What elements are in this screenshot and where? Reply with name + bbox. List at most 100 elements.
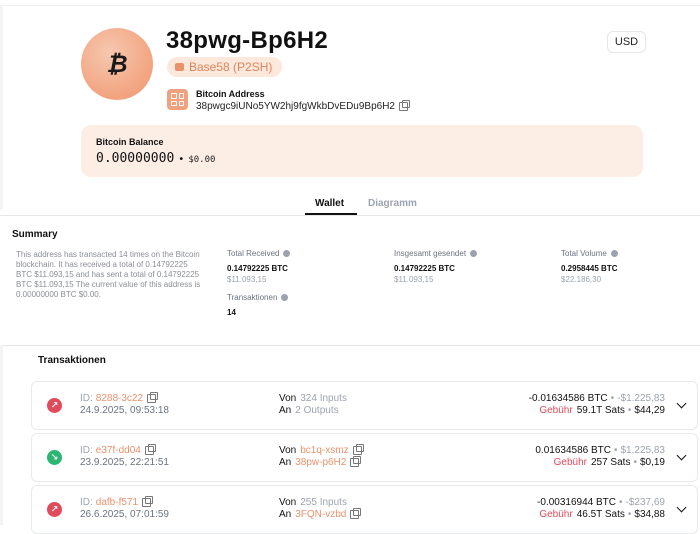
tx-fee-usd: $0,19	[639, 457, 665, 468]
tx-amount: -0.00316944 BTC • -$237,69	[537, 497, 665, 508]
transactions-title: Transaktionen	[38, 355, 106, 366]
balance-card: Bitcoin Balance 0.00000000 • $0.00	[81, 125, 643, 177]
stat-label: Insgesamt gesendet	[394, 249, 467, 258]
info-icon[interactable]	[470, 250, 478, 257]
tx-fee: Gebühr 46.5T Sats • $34,88	[539, 509, 665, 520]
chevron-down-icon[interactable]	[676, 502, 687, 513]
tx-amount-btc: 0.01634586 BTC	[535, 445, 611, 456]
tx-id-label: ID:	[80, 497, 93, 508]
chevron-down-icon[interactable]	[676, 398, 687, 409]
tx-id-link[interactable]: dafb-f571	[96, 497, 138, 508]
copy-icon[interactable]	[142, 496, 154, 507]
info-icon[interactable]	[610, 250, 618, 257]
balance-label: Bitcoin Balance	[96, 137, 164, 147]
tx-to: An 3FQN-vzbd	[279, 508, 362, 520]
address-type-label: Base58 (P2SH)	[189, 60, 273, 74]
copy-icon[interactable]	[352, 444, 364, 455]
tx-from-link[interactable]: bc1q-xsmz	[300, 445, 348, 456]
tx-fee-sats: 257 Sats	[590, 457, 631, 468]
tx-separator: •	[633, 457, 637, 468]
tx-from-value: 255 Inputs	[300, 497, 347, 508]
outgoing-arrow-icon: ↗	[47, 398, 62, 413]
wallet-icon	[175, 63, 184, 71]
tx-fee-label: Gebühr	[539, 405, 573, 416]
currency-select[interactable]: USD	[607, 31, 646, 53]
tx-separator: •	[619, 497, 623, 508]
info-icon[interactable]	[281, 294, 289, 301]
copy-icon[interactable]	[398, 100, 410, 111]
stat-usd: $11.093,15	[394, 275, 434, 284]
tx-from-label: Von	[279, 393, 297, 404]
balance-btc: 0.00000000	[96, 151, 175, 166]
tx-from: Von 255 Inputs	[279, 497, 347, 508]
qr-code-icon[interactable]	[167, 89, 188, 110]
stat-btc: 0.2958445 BTC	[561, 264, 618, 273]
stat-btc: 0.14792225 BTC	[394, 264, 455, 273]
info-icon[interactable]	[283, 250, 291, 257]
balance-usd: $0.00	[188, 155, 216, 165]
tx-fee-sats: 46.5T Sats	[576, 509, 625, 520]
tx-to-label: An	[279, 405, 292, 416]
tx-to-value: 2 Outputs	[295, 405, 339, 416]
tx-amount-usd: -$237,69	[625, 497, 665, 508]
tx-fee-usd: $34,88	[634, 509, 665, 520]
tx-from-label: Von	[279, 497, 297, 508]
tx-id: ID: dafb-f571	[80, 496, 154, 508]
copy-icon[interactable]	[350, 508, 362, 519]
tx-from: Von bc1q-xsmz	[279, 444, 364, 456]
tx-date: 24.9.2025, 09:53:18	[80, 405, 169, 416]
tx-from: Von 324 Inputs	[279, 393, 347, 404]
page-title: 38pwg-Bp6H2	[166, 27, 328, 54]
tx-to-label: An	[279, 509, 292, 520]
balance-value: 0.00000000 • $0.00	[96, 151, 215, 166]
stat-label: Transaktionen	[227, 293, 278, 302]
chevron-down-icon[interactable]	[676, 450, 687, 461]
tx-id-label: ID:	[80, 445, 93, 456]
tx-to-link[interactable]: 3FQN-vzbd	[295, 509, 346, 520]
stat-total-sent: Insgesamt gesendet 0.14792225 BTC $11.09…	[394, 249, 478, 284]
tx-id-link[interactable]: 8288-3c22	[96, 393, 143, 404]
copy-icon[interactable]	[350, 456, 362, 467]
stat-usd: $22.186,30	[561, 275, 602, 284]
balance-separator: •	[178, 154, 185, 165]
tx-id: ID: e37f-dd04	[80, 444, 156, 456]
stat-count: 14	[227, 308, 236, 317]
tab-diagramm[interactable]: Diagramm	[368, 198, 417, 209]
copy-icon[interactable]	[144, 444, 156, 455]
tx-amount: 0.01634586 BTC • $1.225,83	[535, 445, 665, 456]
tx-to-link[interactable]: 38pw-p6H2	[295, 457, 346, 468]
address-type-badge: Base58 (P2SH)	[167, 57, 283, 77]
transaction-row[interactable]: ↗ ID: dafb-f571 26.6.2025, 07:01:59 Von …	[31, 485, 698, 534]
tx-separator: •	[610, 393, 615, 404]
tab-wallet[interactable]: Wallet	[315, 198, 344, 209]
tx-id-link[interactable]: e37f-dd04	[96, 445, 141, 456]
copy-icon[interactable]	[147, 392, 159, 403]
tx-amount-btc: -0.01634586 BTC	[528, 393, 608, 404]
address-label: Bitcoin Address	[196, 89, 265, 99]
top-divider	[0, 5, 700, 6]
stat-total-volume: Total Volume 0.2958445 BTC $22.186,30	[561, 249, 618, 284]
stat-transactions: Transaktionen 14	[227, 293, 289, 317]
tx-date: 26.6.2025, 07:01:59	[80, 509, 169, 520]
outgoing-arrow-icon: ↗	[47, 502, 62, 517]
left-gutter	[0, 5, 3, 210]
tx-fee: Gebühr 257 Sats • $0,19	[554, 457, 665, 468]
summary-title: Summary	[12, 229, 58, 240]
tx-amount-btc: -0.00316944 BTC	[537, 497, 616, 508]
tx-fee-usd: $44,29	[634, 405, 665, 416]
tx-fee-label: Gebühr	[553, 457, 587, 468]
transaction-row[interactable]: ↗ ID: 8288-3c22 24.9.2025, 09:53:18 Von …	[31, 381, 698, 430]
tx-from-value: 324 Inputs	[300, 393, 347, 404]
tx-date: 23.9.2025, 22:21:51	[80, 457, 169, 468]
left-gutter-bottom	[0, 345, 3, 525]
summary-text: This address has transacted 14 times on …	[16, 250, 201, 299]
tx-separator: •	[627, 509, 632, 520]
stat-usd: $11.093,15	[227, 275, 267, 284]
transaction-row[interactable]: ↘ ID: e37f-dd04 23.9.2025, 22:21:51 Von …	[31, 433, 698, 482]
tabs-divider	[0, 215, 700, 216]
bitcoin-icon: ₿	[106, 49, 128, 78]
address-value: 38pwgc9iUNo5YW2hj9fgWkbDvEDu9Bp6H2	[196, 100, 410, 112]
stat-label: Total Received	[227, 249, 280, 258]
tx-from-label: Von	[279, 445, 297, 456]
tx-to: An 38pw-p6H2	[279, 456, 362, 468]
